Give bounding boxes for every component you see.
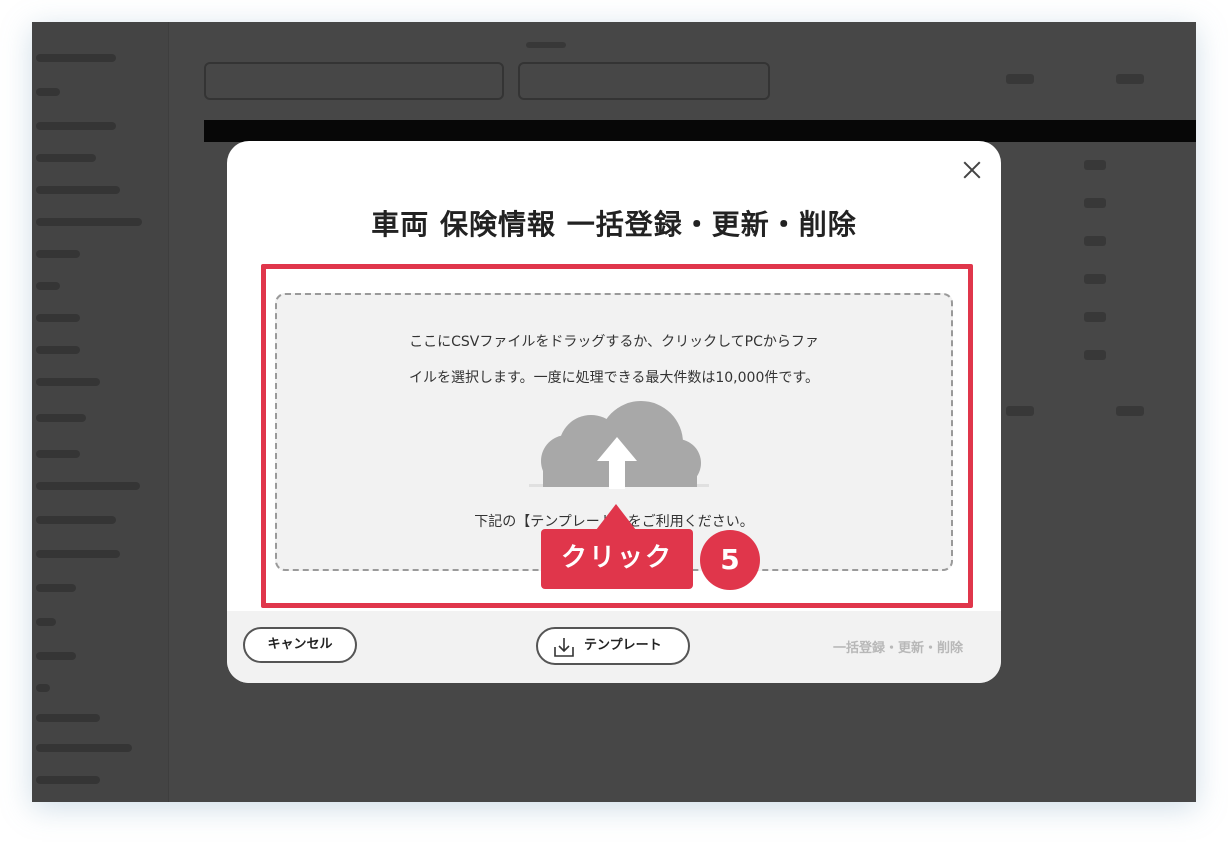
cancel-button[interactable]: キャンセル: [243, 627, 357, 663]
click-tooltip: クリック: [541, 529, 693, 589]
template-download-button[interactable]: テンプレート: [536, 627, 690, 665]
close-icon[interactable]: [957, 155, 987, 185]
step-number-badge: 5: [700, 530, 760, 590]
download-icon: [554, 638, 574, 657]
modal-title: 車両 保険情報 一括登録・更新・削除: [371, 208, 857, 241]
template-button-label: テンプレート: [584, 638, 662, 653]
bulk-submit-button[interactable]: 一括登録・更新・削除: [833, 637, 963, 656]
modal-footer: キャンセル テンプレート 一括登録・更新・削除: [227, 611, 1001, 683]
tooltip-arrow: [596, 504, 636, 530]
